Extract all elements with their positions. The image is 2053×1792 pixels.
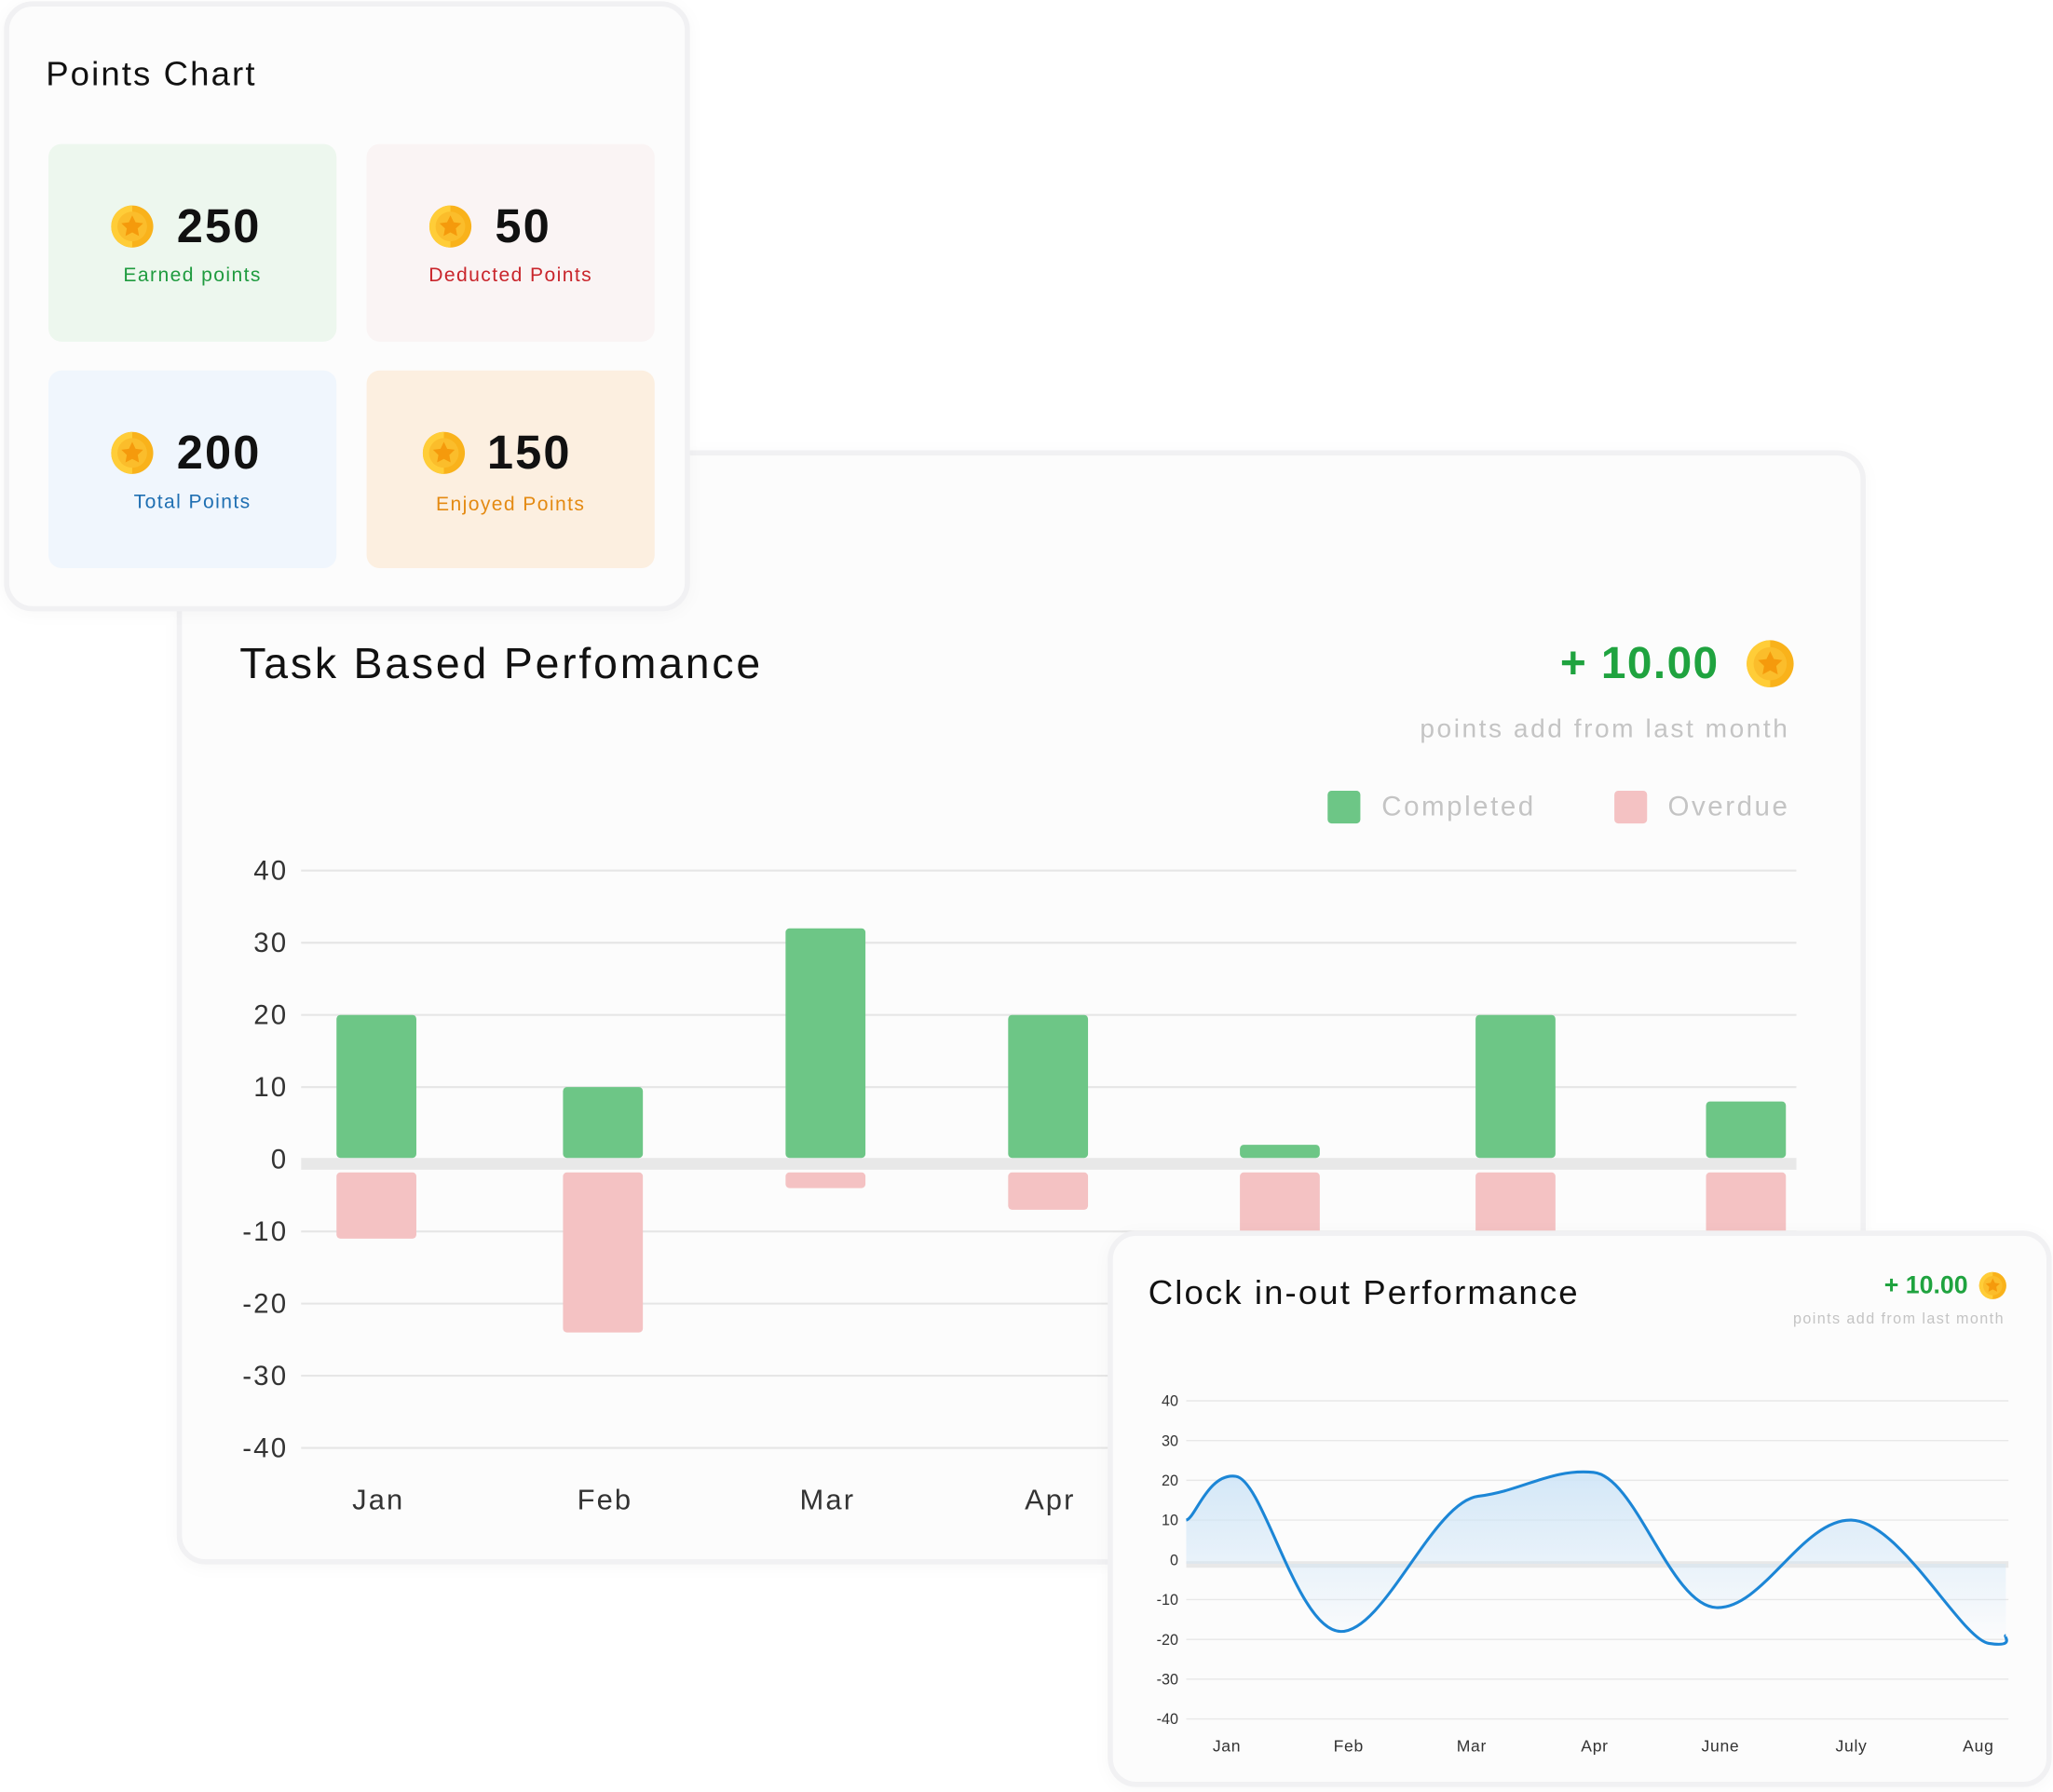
points-label: Earned points	[123, 264, 262, 287]
zero-axis	[301, 1158, 1797, 1170]
y-tick-label: 30	[1162, 1432, 1178, 1449]
points-tile: 200 Total Points	[48, 370, 337, 569]
coin-icon	[422, 429, 467, 477]
x-tick-label: Jan	[352, 1484, 404, 1516]
x-tick-label: Jan	[1213, 1737, 1241, 1756]
x-tick-label: Feb	[578, 1484, 633, 1516]
y-tick-label: -10	[242, 1216, 288, 1247]
x-tick-label: Mar	[1457, 1737, 1487, 1756]
y-tick-label: 40	[1162, 1393, 1178, 1410]
y-tick-label: -30	[1157, 1671, 1178, 1688]
bar-completed[interactable]	[785, 928, 866, 1159]
points-value: 200	[176, 425, 262, 480]
y-tick-label: -20	[242, 1288, 288, 1319]
x-tick-label: Mar	[800, 1484, 856, 1516]
y-tick-label: 20	[253, 1000, 288, 1031]
y-tick-label: -40	[1157, 1711, 1178, 1728]
y-tick-label: -10	[1157, 1592, 1178, 1609]
x-tick-label: Feb	[1334, 1737, 1364, 1756]
bar-overdue[interactable]	[1475, 1172, 1556, 1239]
y-tick-label: -30	[242, 1361, 288, 1392]
y-tick-label: 10	[1162, 1513, 1178, 1529]
bar-completed[interactable]	[1008, 1014, 1089, 1159]
clock-performance-card: Clock in-out Performance + 10.00 points …	[1108, 1230, 2052, 1787]
line-area	[1186, 1472, 2007, 1645]
x-tick-label: Apr	[1581, 1737, 1608, 1756]
y-tick-label: 0	[271, 1144, 289, 1174]
y-tick-label: 40	[253, 856, 288, 887]
coin-icon	[110, 429, 155, 477]
y-tick-label: -20	[1157, 1632, 1178, 1649]
bar-overdue[interactable]	[785, 1172, 866, 1188]
points-label: Enjoyed Points	[435, 493, 586, 516]
bar-completed[interactable]	[336, 1014, 416, 1159]
x-tick-label: Aug	[1963, 1737, 1993, 1756]
x-tick-label: Apr	[1025, 1484, 1075, 1516]
x-tick-label: June	[1702, 1737, 1740, 1756]
points-value: 250	[176, 198, 262, 253]
bar-overdue[interactable]	[1706, 1172, 1787, 1239]
y-tick-label: 30	[253, 928, 288, 958]
points-value: 150	[486, 425, 572, 480]
clock-line-chart: 40 30 20 10 0 -10 -20 -30 -40 Jan Feb Mar Apr June Jul…	[1157, 1393, 2009, 1756]
bar-completed[interactable]	[1240, 1145, 1320, 1159]
y-tick-label: 10	[253, 1072, 288, 1103]
bar-overdue[interactable]	[336, 1172, 416, 1239]
points-label: Total Points	[133, 491, 252, 513]
y-tick-label: 0	[1170, 1552, 1178, 1568]
coin-icon	[428, 203, 473, 251]
bar-completed[interactable]	[1475, 1014, 1556, 1159]
coin-icon	[110, 203, 155, 251]
bar-overdue[interactable]	[1008, 1172, 1089, 1210]
points-card-title: Points Chart	[46, 53, 257, 93]
points-tile: 50 Deducted Points	[366, 143, 655, 342]
x-tick-label: July	[1835, 1737, 1867, 1756]
points-tile: 250 Earned points	[48, 143, 337, 342]
y-tick-label: 20	[1162, 1473, 1178, 1489]
bar-overdue[interactable]	[563, 1172, 644, 1333]
points-label: Deducted Points	[428, 264, 593, 287]
bar-completed[interactable]	[563, 1087, 644, 1159]
points-tile: 150 Enjoyed Points	[366, 370, 655, 569]
bar-completed[interactable]	[1706, 1101, 1787, 1159]
y-tick-label: -40	[242, 1432, 288, 1463]
points-card: Points Chart 250 Earned points 50 Deduct…	[4, 1, 690, 612]
points-value: 50	[495, 198, 551, 253]
